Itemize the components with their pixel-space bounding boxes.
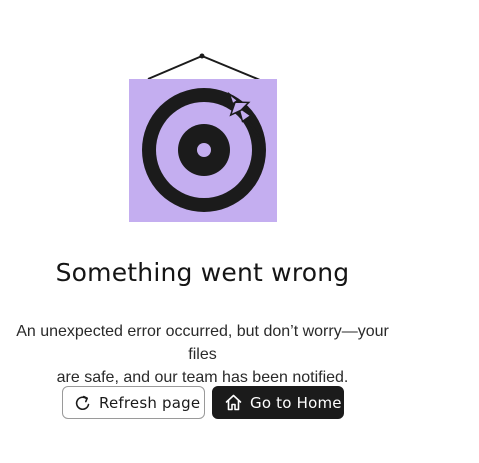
dartboard-illustration (120, 48, 290, 228)
go-to-home-button[interactable]: Go to Home (212, 386, 344, 419)
home-icon (225, 394, 242, 411)
refresh-icon (75, 395, 90, 410)
refresh-page-button[interactable]: Refresh page (62, 386, 205, 419)
refresh-page-label: Refresh page (99, 393, 201, 412)
dartboard-icon (129, 53, 277, 222)
error-message-line-2: are safe, and our team has been notified… (56, 369, 349, 386)
error-message-line-1: An unexpected error occurred, but don’t … (16, 323, 389, 363)
error-message: An unexpected error occurred, but don’t … (0, 320, 405, 389)
go-to-home-label: Go to Home (250, 393, 342, 412)
error-title: Something went wrong (55, 258, 350, 287)
